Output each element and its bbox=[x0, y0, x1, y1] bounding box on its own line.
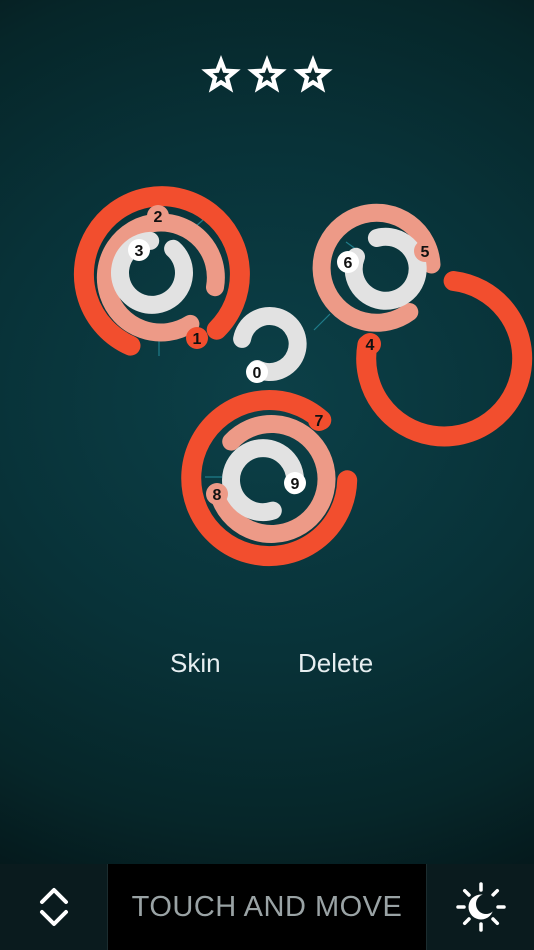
bottom-bar: TOUCH AND MOVE bbox=[0, 864, 534, 950]
star-icon bbox=[201, 55, 241, 93]
svg-text:0: 0 bbox=[253, 365, 262, 382]
star-rating bbox=[0, 52, 534, 104]
star-icon bbox=[247, 55, 287, 93]
number-token[interactable]: 9 bbox=[284, 472, 306, 494]
svg-text:9: 9 bbox=[291, 476, 300, 493]
svg-text:7: 7 bbox=[315, 413, 324, 430]
action-row: Skin Delete bbox=[0, 645, 534, 685]
brightness-button[interactable] bbox=[426, 864, 534, 950]
svg-text:8: 8 bbox=[213, 487, 222, 504]
puzzle-board[interactable]: 0 1 2 3 4 5 6 7 8 9 bbox=[0, 150, 534, 590]
svg-text:2: 2 bbox=[154, 209, 163, 226]
number-token[interactable]: 3 bbox=[128, 239, 150, 261]
number-token[interactable]: 7 bbox=[308, 409, 330, 431]
svg-text:1: 1 bbox=[193, 331, 202, 348]
number-token[interactable]: 0 bbox=[246, 361, 268, 383]
brightness-icon bbox=[455, 882, 506, 932]
touch-and-move-hint: TOUCH AND MOVE bbox=[108, 864, 426, 950]
skin-button[interactable]: Skin bbox=[170, 645, 221, 681]
svg-text:4: 4 bbox=[366, 337, 375, 354]
number-token[interactable]: 8 bbox=[206, 483, 228, 505]
svg-text:6: 6 bbox=[344, 255, 353, 272]
svg-text:5: 5 bbox=[421, 244, 430, 261]
chevron-up-down-icon bbox=[39, 888, 68, 926]
number-token[interactable]: 5 bbox=[414, 240, 436, 262]
number-token[interactable]: 6 bbox=[337, 251, 359, 273]
delete-button[interactable]: Delete bbox=[298, 645, 373, 681]
svg-text:3: 3 bbox=[135, 243, 144, 260]
number-token[interactable]: 2 bbox=[147, 205, 169, 227]
number-token[interactable]: 4 bbox=[359, 333, 381, 355]
reorder-button[interactable] bbox=[0, 864, 108, 950]
number-token[interactable]: 1 bbox=[186, 327, 208, 349]
star-icon bbox=[293, 55, 333, 93]
